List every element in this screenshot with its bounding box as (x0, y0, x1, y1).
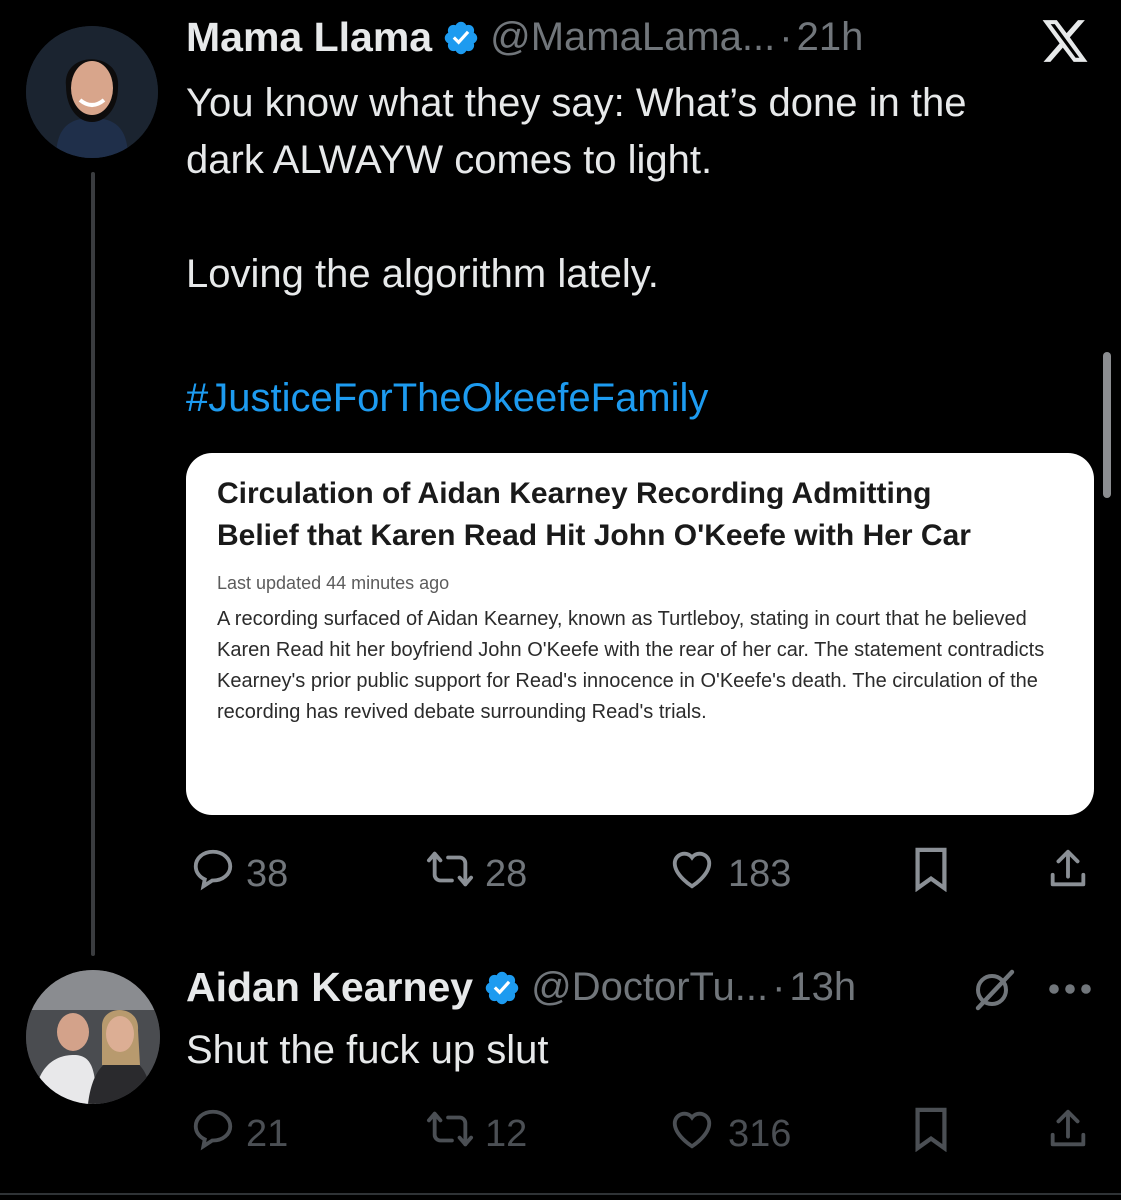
reply-count: 21 (246, 1112, 289, 1155)
tweet2-header: Aidan Kearney @DoctorTu... · 13h (186, 964, 856, 1011)
thread-line (91, 172, 95, 956)
tweet1-timestamp[interactable]: 21h (797, 15, 864, 60)
verified-badge-icon (442, 19, 480, 57)
verified-badge-icon (483, 969, 521, 1007)
avatar-mama-llama[interactable] (26, 26, 158, 158)
repost-count: 12 (485, 1112, 528, 1155)
tweet1-author-name[interactable]: Mama Llama (186, 14, 432, 61)
tweet2-text: Shut the fuck up slut (186, 1028, 549, 1072)
tweet1-text: You know what they say: What’s done in t… (186, 81, 967, 296)
like-icon (666, 1106, 718, 1162)
tweet2-timestamp[interactable]: 13h (789, 965, 856, 1010)
reply-icon (190, 1106, 236, 1162)
like-button[interactable]: 183 (666, 846, 791, 902)
repost-icon (425, 846, 475, 902)
reply-icon (190, 846, 236, 902)
avatar-photo (26, 26, 158, 158)
tweet1-hashtag[interactable]: #JusticeForTheOkeefeFamily (186, 370, 708, 427)
like-count: 183 (728, 852, 792, 895)
card-body: A recording surfaced of Aidan Kearney, k… (217, 608, 1045, 723)
scrollbar[interactable] (1103, 352, 1111, 498)
reply-count: 38 (246, 852, 289, 895)
tweet1-header: Mama Llama @MamaLama... · 21h (186, 14, 863, 61)
like-button[interactable]: 316 (666, 1106, 791, 1162)
bookmark-icon[interactable] (910, 1106, 952, 1157)
avatar-photo (26, 970, 160, 1104)
tweet1-dot: · (779, 15, 793, 59)
repost-button[interactable]: 12 (425, 1106, 527, 1162)
card-updated: Last updated 44 minutes ago (217, 573, 450, 593)
tweet2-dot: · (772, 965, 786, 1009)
tweet2-handle[interactable]: @DoctorTu... (531, 965, 768, 1010)
like-icon (666, 846, 718, 902)
repost-button[interactable]: 28 (425, 846, 527, 902)
avatar-aidan-kearney[interactable] (26, 970, 160, 1104)
reply-button[interactable]: 21 (190, 1106, 288, 1162)
grok-icon[interactable] (970, 966, 1018, 1019)
reply-button[interactable]: 38 (190, 846, 288, 902)
share-icon[interactable] (1045, 1106, 1091, 1157)
repost-count: 28 (485, 852, 528, 895)
tweet1-image-card[interactable]: Circulation of Aidan Kearney Recording A… (186, 453, 1094, 815)
repost-icon (425, 1106, 475, 1162)
divider (0, 1193, 1121, 1195)
x-logo-icon[interactable] (1040, 18, 1090, 69)
like-count: 316 (728, 1112, 792, 1155)
tweet2-author-name[interactable]: Aidan Kearney (186, 964, 473, 1011)
bookmark-icon[interactable] (910, 846, 952, 897)
card-title: Circulation of Aidan Kearney Recording A… (217, 477, 971, 552)
more-icon[interactable] (1048, 974, 1092, 1009)
tweet1-handle[interactable]: @MamaLama... (490, 15, 775, 60)
share-icon[interactable] (1045, 846, 1091, 897)
